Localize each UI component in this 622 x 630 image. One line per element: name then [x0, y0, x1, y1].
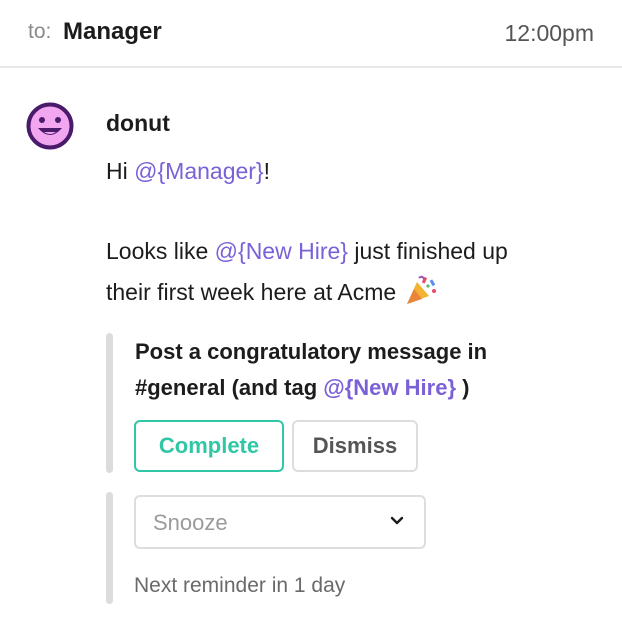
message-time: 12:00pm [504, 20, 594, 46]
new-hire-mention[interactable]: @{New Hire} [215, 238, 348, 264]
attachment-bar [106, 333, 113, 473]
snooze-select-value: Snooze [153, 510, 228, 535]
snooze-select[interactable]: Snooze [134, 495, 426, 549]
sender-name[interactable]: donut [106, 110, 170, 137]
complete-button[interactable]: Complete [134, 420, 284, 472]
greeting-line: Hi @{Manager}! [106, 158, 271, 184]
attachment-bar [106, 492, 113, 604]
party-popper-icon [406, 275, 436, 304]
to-label: to: [28, 20, 52, 43]
reminder-text: Next reminder in 1 day [134, 574, 346, 597]
task-title: Post a congratulatory message in #genera… [135, 339, 488, 400]
body-line-1: Looks like @{New Hire} just finished up [106, 238, 508, 264]
donut-avatar-icon[interactable] [26, 102, 74, 150]
body-line-2: their first week here at Acme [106, 272, 439, 312]
recipient-name[interactable]: Manager [63, 18, 162, 46]
manager-mention[interactable]: @{Manager} [134, 158, 264, 184]
chevron-down-icon [390, 516, 404, 525]
conversation-header: to: Manager 12:00pm [0, 0, 622, 68]
new-hire-mention[interactable]: @{New Hire} [323, 375, 456, 400]
dismiss-button[interactable]: Dismiss [292, 420, 418, 472]
